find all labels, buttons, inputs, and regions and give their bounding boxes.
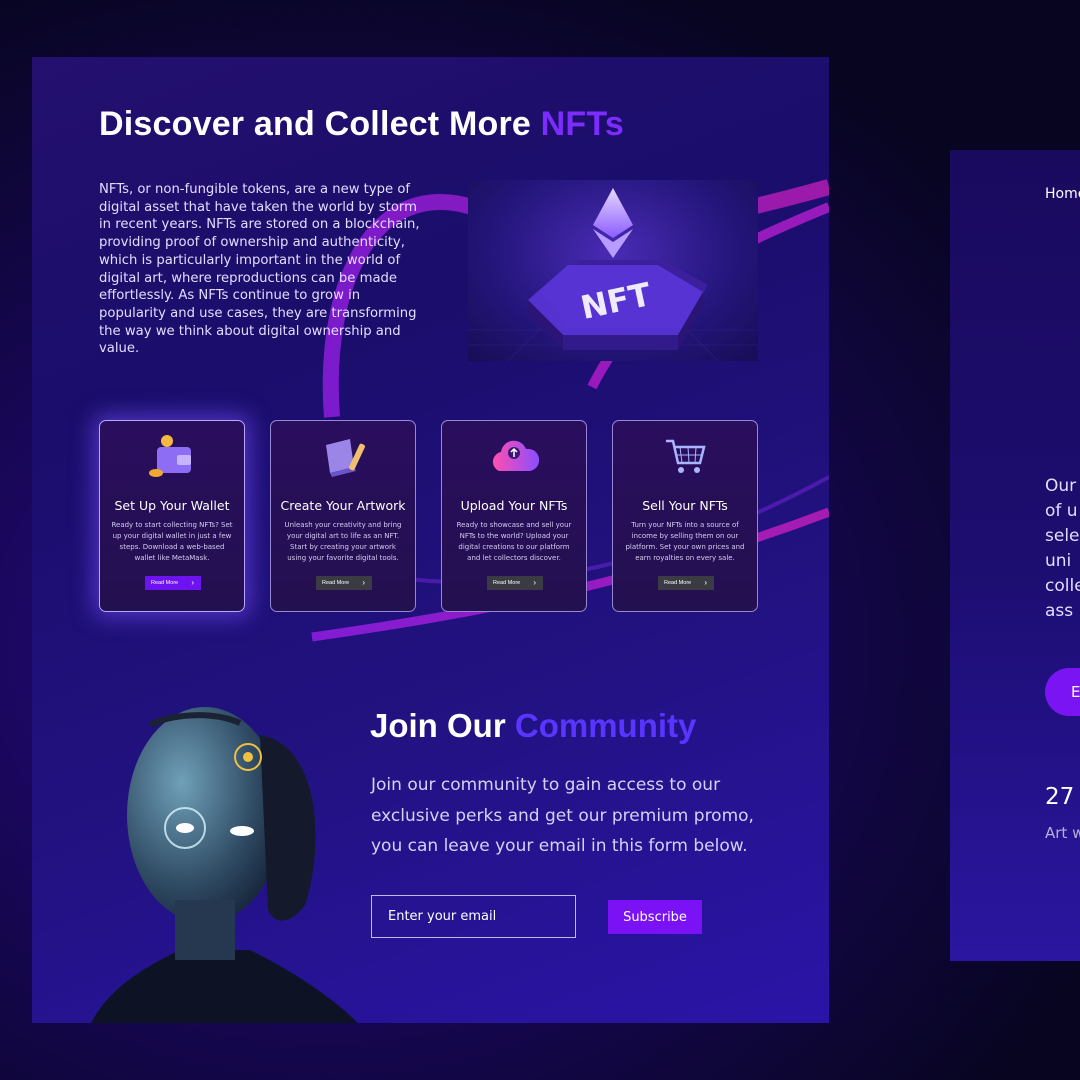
card-title: Set Up Your Wallet (114, 498, 230, 513)
read-more-button[interactable]: Read More › (658, 576, 714, 590)
card-title: Sell Your NFTs (642, 498, 728, 513)
chevron-right-icon: › (191, 578, 194, 587)
side-panel-button[interactable]: E (1045, 668, 1080, 716)
card-description: Ready to showcase and sell your NFTs to … (456, 521, 572, 562)
read-more-button[interactable]: Read More › (145, 576, 201, 590)
card-description: Ready to start collecting NFTs? Set up y… (111, 521, 233, 562)
nav-home-link[interactable]: Home (1045, 186, 1080, 202)
secondary-panel: Home Our of u sele uni colle ass E 27 Ar… (950, 150, 1080, 961)
book-pencil-icon (326, 439, 365, 477)
chevron-right-icon: › (533, 578, 536, 587)
nft-landing-panel: Discover and Collect More NFTs NFTs, or … (32, 57, 829, 1023)
read-more-button[interactable]: Read More › (316, 576, 372, 590)
card-description: Unleash your creativity and bring your d… (284, 521, 402, 562)
cyborg-portrait (91, 707, 358, 1023)
card-title: Upload Your NFTs (460, 498, 568, 513)
card-sell-nfts[interactable]: Sell Your NFTs Turn your NFTs into a sou… (612, 420, 758, 612)
email-input[interactable] (371, 895, 576, 938)
join-community-text: Join our community to gain access to our… (371, 775, 754, 856)
cloud-upload-icon (492, 440, 539, 471)
card-set-up-wallet[interactable]: Set Up Your Wallet Ready to start collec… (99, 420, 245, 612)
intro-paragraph: NFTs, or non-fungible tokens, are a new … (99, 182, 420, 357)
read-more-button[interactable]: Read More › (487, 576, 543, 590)
subscribe-button[interactable]: Subscribe (608, 900, 702, 934)
join-community-title: Join Our Community (370, 707, 697, 744)
card-create-artwork[interactable]: Create Your Artwork Unleash your creativ… (270, 420, 416, 612)
wallet-icon (149, 435, 191, 477)
shopping-cart-icon (666, 439, 706, 473)
side-panel-text: Our of u sele uni colle ass (1045, 476, 1080, 621)
page-title: Discover and Collect More NFTs (99, 105, 624, 143)
stat-value: 27 (1045, 784, 1075, 810)
title-accent: NFTs (540, 105, 624, 143)
stat-label: Art w (1045, 824, 1080, 842)
chevron-right-icon: › (704, 578, 707, 587)
chevron-right-icon: › (362, 578, 365, 587)
card-upload-nfts[interactable]: Upload Your NFTs Ready to showcase and s… (441, 420, 587, 612)
card-description: Turn your NFTs into a source of income b… (625, 521, 745, 562)
join-title-accent: Community (514, 707, 697, 744)
card-title: Create Your Artwork (280, 498, 406, 513)
nft-hero-image: NFT (468, 180, 758, 362)
